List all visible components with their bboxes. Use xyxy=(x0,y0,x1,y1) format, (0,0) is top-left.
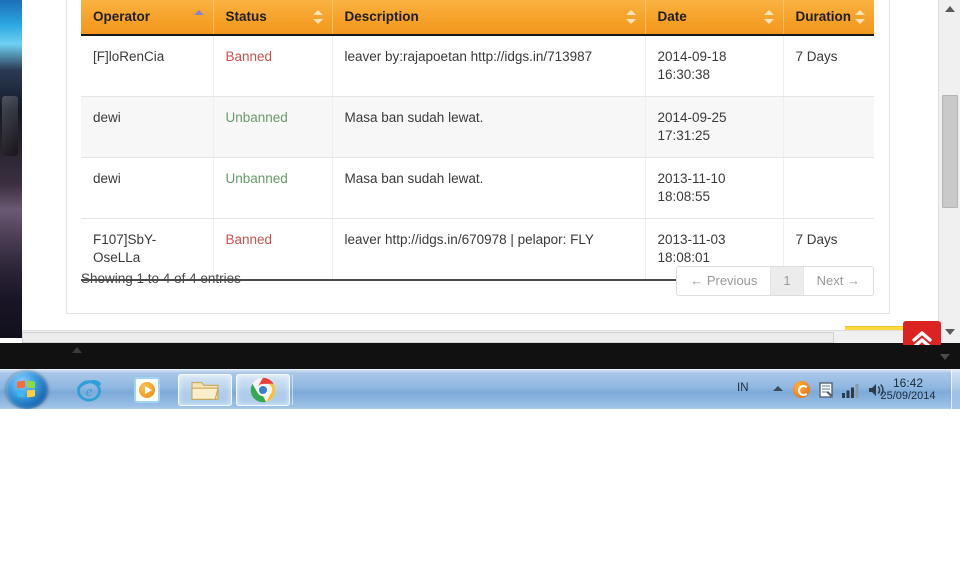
band-caret-icon xyxy=(72,347,82,353)
table-info: Showing 1 to 4 of 4 entries xyxy=(81,271,241,286)
cell-description: leaver http://idgs.in/670978 | pelapor: … xyxy=(332,218,646,281)
pagination-page-1[interactable]: 1 xyxy=(771,267,804,295)
column-header-operator-label: Operator xyxy=(93,9,151,24)
cell-date: 2014-09-18 16:30:38 xyxy=(645,35,784,97)
cell-date: 2013-11-10 18:08:55 xyxy=(645,157,784,219)
status-badge: Banned xyxy=(225,49,273,64)
internet-explorer-icon: e xyxy=(77,380,101,402)
column-header-duration[interactable]: Duration xyxy=(783,0,874,36)
sort-both-icon xyxy=(763,9,774,25)
table-row: dewi Unbanned Masa ban sudah lewat. 2013… xyxy=(81,157,874,219)
taskbar-button-media-player[interactable] xyxy=(120,374,174,406)
column-header-status-label: Status xyxy=(225,9,267,24)
cell-date-date: 2014-09-18 xyxy=(657,49,727,64)
cell-duration: 7 Days xyxy=(783,35,874,97)
media-player-icon xyxy=(134,377,160,403)
cell-operator: dewi xyxy=(81,96,214,158)
svg-text:e: e xyxy=(86,384,93,400)
cell-status: Unbanned xyxy=(213,96,333,158)
band-down-caret-icon xyxy=(940,354,950,360)
pagination-previous[interactable]: ← Previous xyxy=(677,267,772,295)
cell-status: Unbanned xyxy=(213,157,333,219)
system-tray: IN 16:42 25/09/2014 xyxy=(725,370,960,410)
column-header-description-label: Description xyxy=(344,9,419,24)
taskbar-button-google-chrome[interactable] xyxy=(236,374,290,406)
taskbar-clock[interactable]: 16:42 25/09/2014 xyxy=(870,377,946,403)
tray-network-signal-icon[interactable] xyxy=(841,381,859,399)
pagination-next[interactable]: Next → xyxy=(803,267,873,295)
signal-bars-icon xyxy=(842,384,859,398)
cell-date-date: 2013-11-03 xyxy=(657,232,726,247)
screen: Operator Status Description Date Duratio… xyxy=(0,0,960,562)
column-header-date[interactable]: Date xyxy=(645,0,784,36)
action-center-flag-icon xyxy=(819,382,833,398)
tray-action-center-icon[interactable] xyxy=(817,381,835,399)
vertical-scrollbar[interactable] xyxy=(938,0,960,345)
cell-operator: [F]loRenCia xyxy=(81,35,214,97)
column-header-duration-label: Duration xyxy=(795,9,852,24)
cell-date-date: 2014-09-25 xyxy=(657,110,727,125)
horizontal-scrollbar-thumb[interactable] xyxy=(22,332,834,343)
cell-date-time: 18:08:55 xyxy=(657,189,711,204)
taskbar-button-internet-explorer[interactable]: e xyxy=(62,374,116,406)
tray-expand-chevron-up-icon[interactable] xyxy=(773,386,783,391)
cell-date-time: 17:31:25 xyxy=(657,128,711,143)
cell-date: 2014-09-25 17:31:25 xyxy=(645,96,784,158)
scroll-to-top-button[interactable] xyxy=(903,321,941,345)
folder-icon xyxy=(191,382,219,400)
cell-description: Masa ban sudah lewat. xyxy=(332,96,646,158)
column-header-operator[interactable]: Operator xyxy=(81,0,214,36)
column-header-date-label: Date xyxy=(657,9,687,24)
column-header-status[interactable]: Status xyxy=(213,0,333,36)
sort-both-icon xyxy=(312,9,323,25)
window-bottom-band xyxy=(0,343,960,369)
ban-history-table: Operator Status Description Date Duratio… xyxy=(81,0,874,281)
table-row: [F]loRenCia Banned leaver by:rajapoetan … xyxy=(81,35,874,97)
column-header-description[interactable]: Description xyxy=(332,0,646,36)
sort-ascending-icon xyxy=(193,9,204,25)
browser-viewport: Operator Status Description Date Duratio… xyxy=(0,0,960,345)
status-badge: Unbanned xyxy=(225,110,288,125)
tray-language-indicator[interactable]: IN xyxy=(737,382,749,394)
double-chevron-up-icon xyxy=(912,331,932,345)
status-badge: Unbanned xyxy=(225,171,288,186)
taskbar-button-windows-explorer[interactable] xyxy=(178,374,232,406)
scroll-up-icon[interactable] xyxy=(941,2,959,18)
table-row: dewi Unbanned Masa ban sudah lewat. 2014… xyxy=(81,96,874,158)
table-header-row: Operator Status Description Date Duratio… xyxy=(81,0,874,36)
sort-both-icon xyxy=(625,9,636,25)
site-background-artwork xyxy=(0,0,22,338)
cell-description: Masa ban sudah lewat. xyxy=(332,157,646,219)
cell-status: Banned xyxy=(213,35,333,97)
cell-duration xyxy=(783,96,874,158)
cell-duration xyxy=(783,157,874,219)
chrome-icon xyxy=(250,377,276,403)
windows-taskbar: e IN 16:42 25/09/2014 xyxy=(0,369,960,410)
blank-area xyxy=(0,409,960,562)
windows-logo-icon xyxy=(17,380,36,399)
status-badge: Banned xyxy=(225,232,273,247)
cell-description: leaver by:rajapoetan http://idgs.in/7139… xyxy=(332,35,646,97)
clock-time: 16:42 xyxy=(892,376,924,390)
cell-date-time: 18:08:01 xyxy=(657,250,711,265)
taskbar-divider xyxy=(292,375,293,405)
start-button[interactable] xyxy=(6,371,48,409)
vertical-scrollbar-thumb[interactable] xyxy=(942,95,958,208)
show-desktop-button[interactable] xyxy=(951,370,960,410)
pagination: ← Previous 1 Next → xyxy=(676,266,874,296)
scroll-down-icon[interactable] xyxy=(941,325,959,341)
cell-date-date: 2013-11-10 xyxy=(657,171,726,186)
cell-operator: dewi xyxy=(81,157,214,219)
sort-both-icon xyxy=(855,9,865,25)
tray-antivirus-icon[interactable] xyxy=(793,381,811,399)
horizontal-scrollbar[interactable] xyxy=(22,330,938,344)
cell-date-time: 16:30:38 xyxy=(657,67,711,82)
clock-date: 25/09/2014 xyxy=(880,390,936,402)
